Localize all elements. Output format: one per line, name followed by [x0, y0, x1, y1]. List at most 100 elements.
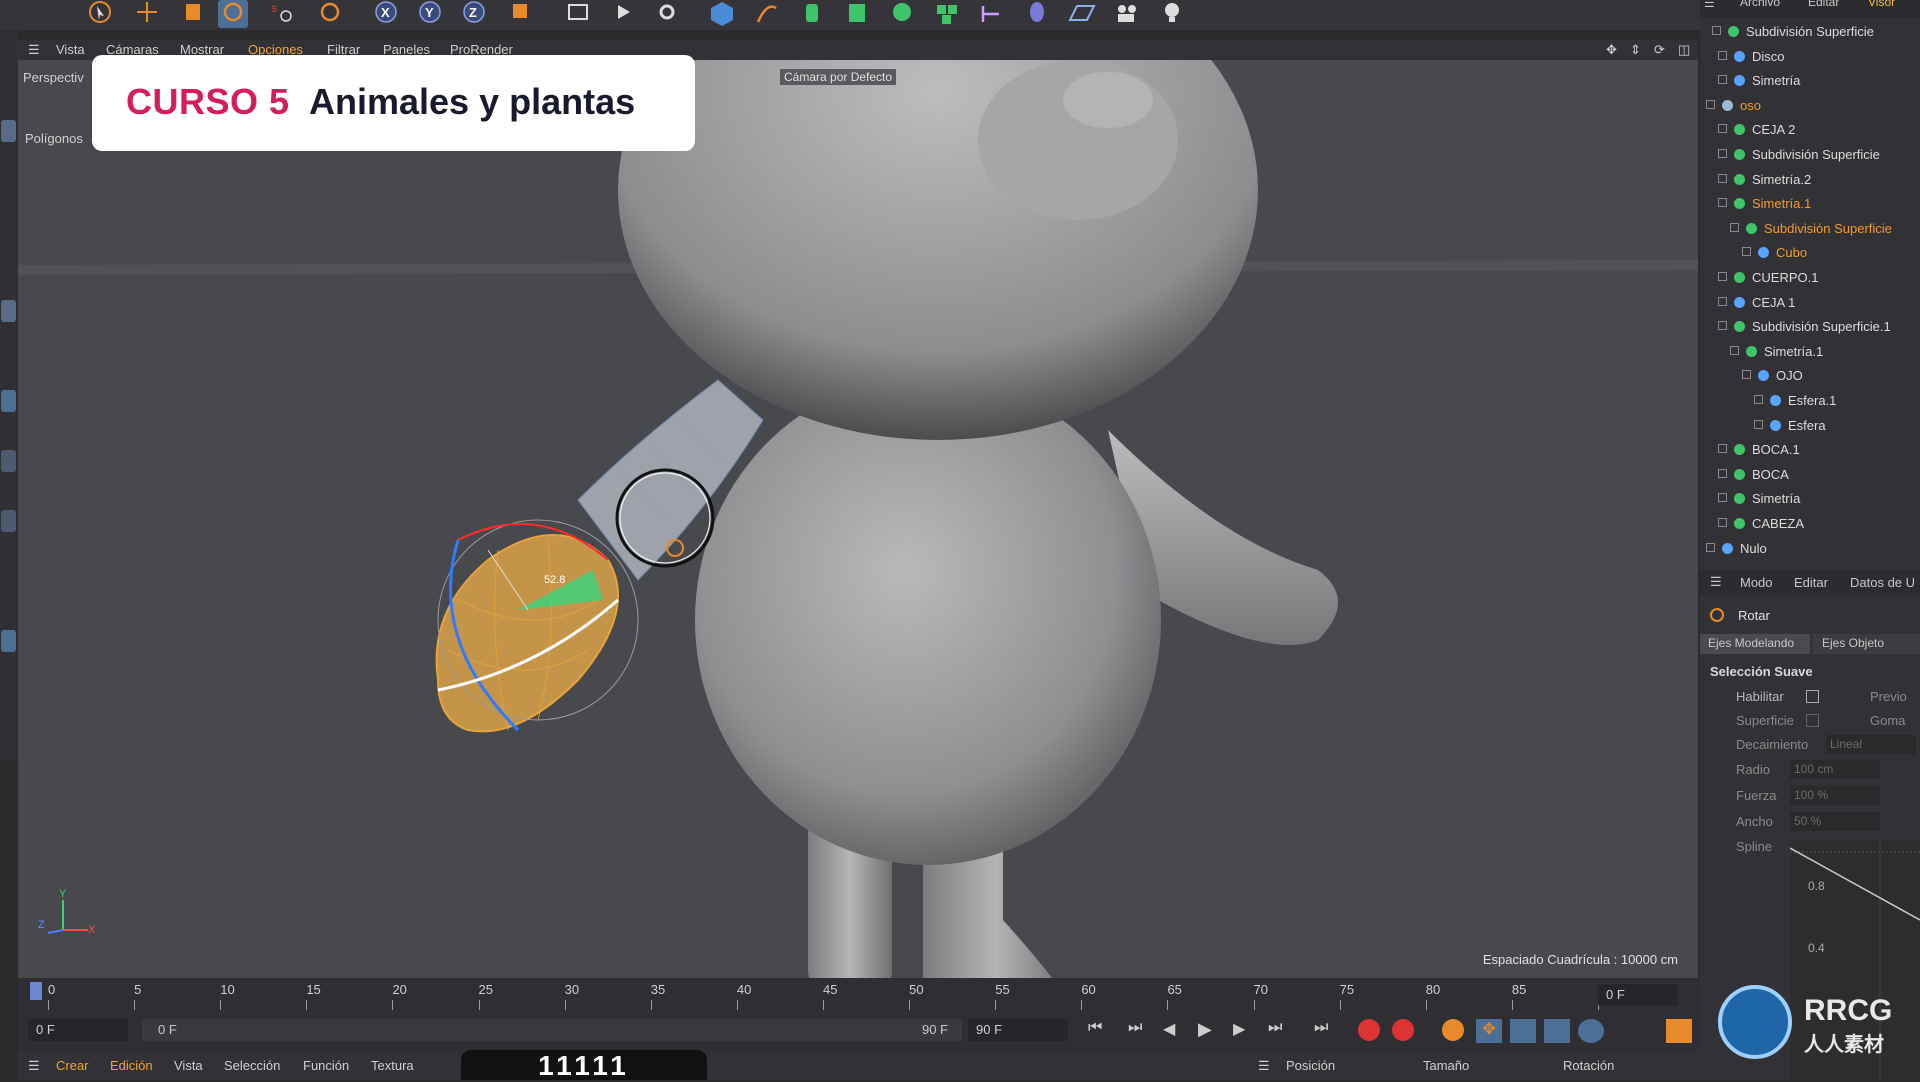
play-icon[interactable]: ▶: [1198, 1019, 1224, 1043]
prev-frame-icon[interactable]: ◀: [1163, 1019, 1189, 1043]
expand-toggle-icon[interactable]: [1718, 50, 1727, 60]
ancho-field[interactable]: 50 %: [1790, 812, 1880, 831]
next-frame-icon[interactable]: ▶: [1233, 1019, 1259, 1043]
expand-toggle-icon[interactable]: [1718, 518, 1727, 527]
menu-funcion[interactable]: Función: [303, 1058, 349, 1073]
cube-object-icon[interactable]: [707, 0, 737, 28]
light-icon[interactable]: [1157, 0, 1187, 28]
material-hamburger-icon[interactable]: ☰: [28, 1058, 40, 1074]
expand-toggle-icon[interactable]: [1718, 493, 1727, 503]
object-tree-item[interactable]: Subdivisión Superficie: [1700, 143, 1920, 167]
locked-workplane-icon[interactable]: [1, 630, 16, 652]
field-icon[interactable]: [1022, 0, 1052, 28]
viewport-zoom-icon[interactable]: ⇕: [1630, 42, 1641, 58]
goto-end-icon[interactable]: ⏭: [1314, 1019, 1340, 1043]
menu-vista[interactable]: Vista: [56, 42, 85, 57]
object-tree-item[interactable]: Simetría.1: [1700, 340, 1920, 364]
polygon-mode-icon[interactable]: [1, 300, 16, 322]
expand-toggle-icon[interactable]: [1718, 124, 1727, 134]
object-tree-item[interactable]: Simetría: [1700, 69, 1920, 93]
expand-toggle-icon[interactable]: [1742, 247, 1751, 257]
current-frame-field[interactable]: 0 F: [1598, 984, 1678, 1006]
om-menu-archivo[interactable]: Archivo: [1740, 0, 1780, 9]
object-tree-item[interactable]: Simetría: [1700, 487, 1920, 511]
expand-toggle-icon[interactable]: [1718, 173, 1727, 183]
expand-toggle-icon[interactable]: [1718, 198, 1727, 208]
3d-viewport[interactable]: 52.8 Y Z X Perspectiv Polígonos Cámara p…: [18, 40, 1698, 980]
object-tree-item[interactable]: Subdivisión Superficie: [1700, 20, 1920, 44]
subdivision-icon[interactable]: [842, 0, 872, 28]
record-keys-icon[interactable]: [1358, 1019, 1380, 1041]
object-tree-item[interactable]: Disco: [1700, 45, 1920, 69]
z-axis-lock-icon[interactable]: Z: [459, 0, 489, 28]
tab-ejes-objeto[interactable]: Ejes Objeto: [1812, 634, 1920, 654]
axis-mode-icon[interactable]: [1, 390, 16, 412]
viewport-rotate-icon[interactable]: ⟳: [1654, 42, 1665, 58]
select-tool-icon[interactable]: [85, 0, 115, 28]
decaimiento-select[interactable]: Lineal: [1826, 735, 1916, 754]
radio-field[interactable]: 100 cm: [1790, 760, 1880, 779]
goto-start-icon[interactable]: ⏮: [1088, 1019, 1114, 1043]
key-parameter-icon[interactable]: [1578, 1019, 1604, 1043]
object-tree-item[interactable]: OJO: [1700, 364, 1920, 388]
fuerza-field[interactable]: 100 %: [1790, 786, 1880, 805]
menu-textura[interactable]: Textura: [371, 1058, 414, 1073]
scale-tool-icon[interactable]: [178, 0, 208, 28]
generator-icon[interactable]: [797, 0, 827, 28]
floor-environment-icon[interactable]: [1067, 0, 1097, 28]
expand-toggle-icon[interactable]: [1712, 26, 1721, 35]
object-tree-item[interactable]: BOCA.1: [1700, 438, 1920, 462]
attr-menu-modo[interactable]: Modo: [1740, 575, 1773, 590]
menu-edicion[interactable]: Edición: [110, 1058, 153, 1073]
attr-hamburger-icon[interactable]: ☰: [1710, 574, 1722, 590]
expand-toggle-icon[interactable]: [1718, 149, 1727, 158]
expand-toggle-icon[interactable]: [1718, 75, 1727, 85]
end-frame-field[interactable]: 90 F: [968, 1019, 1068, 1041]
object-tree-item[interactable]: CABEZA: [1700, 512, 1920, 536]
object-tree-item[interactable]: Esfera: [1700, 414, 1920, 438]
expand-toggle-icon[interactable]: [1718, 468, 1727, 478]
viewport-hamburger-icon[interactable]: ☰: [28, 42, 40, 58]
expand-toggle-icon[interactable]: [1706, 99, 1715, 109]
keyframe-selection-icon[interactable]: [1442, 1019, 1464, 1041]
coordinate-system-icon[interactable]: [506, 0, 536, 28]
deformer-icon[interactable]: [977, 0, 1007, 28]
next-key-icon[interactable]: ⏭: [1268, 1019, 1294, 1043]
snap-icon[interactable]: [1, 450, 16, 472]
object-tree-item[interactable]: Nulo: [1700, 537, 1920, 561]
viewport-move-icon[interactable]: ✥: [1606, 42, 1617, 58]
object-tree-item[interactable]: Simetría.2: [1700, 168, 1920, 192]
superficie-checkbox[interactable]: [1806, 714, 1819, 727]
mograph-cloner-icon[interactable]: [932, 0, 962, 28]
preview-range-bar[interactable]: 0 F 90 F: [142, 1019, 962, 1041]
y-axis-lock-icon[interactable]: Y: [415, 0, 445, 28]
object-tree-item[interactable]: CEJA 2: [1700, 118, 1920, 142]
om-menu-editar[interactable]: Editar: [1808, 0, 1839, 9]
expand-toggle-icon[interactable]: [1718, 272, 1727, 281]
coords-hamburger-icon[interactable]: ☰: [1258, 1058, 1270, 1074]
om-menu-visor[interactable]: Visor: [1868, 0, 1895, 9]
expand-toggle-icon[interactable]: [1718, 321, 1727, 331]
expand-toggle-icon[interactable]: [1706, 542, 1715, 552]
attr-menu-editar[interactable]: Editar: [1794, 575, 1828, 590]
object-tree-item[interactable]: Cubo: [1700, 241, 1920, 265]
expand-toggle-icon[interactable]: [1742, 370, 1751, 380]
start-frame-field[interactable]: 0 F: [28, 1019, 128, 1041]
object-tree-item[interactable]: Subdivisión Superficie.1: [1700, 315, 1920, 339]
prev-key-icon[interactable]: ⏭: [1128, 1019, 1154, 1043]
transform-tool-icon[interactable]: S: [268, 0, 298, 28]
menu-seleccion[interactable]: Selección: [224, 1058, 280, 1073]
array-icon[interactable]: [887, 0, 917, 28]
expand-toggle-icon[interactable]: [1730, 222, 1739, 232]
object-tree-item[interactable]: oso: [1700, 94, 1920, 118]
timeline-window-icon[interactable]: [1666, 1019, 1692, 1043]
object-tree-item[interactable]: BOCA: [1700, 463, 1920, 487]
model-mode-icon[interactable]: [1, 120, 16, 142]
rotate-tool-icon[interactable]: [218, 0, 248, 28]
playhead[interactable]: [30, 982, 42, 1000]
object-tree-item[interactable]: Simetría.1: [1700, 192, 1920, 216]
expand-toggle-icon[interactable]: [1718, 296, 1727, 306]
workplane-icon[interactable]: [1, 510, 16, 532]
viewport-maximize-icon[interactable]: ◫: [1678, 42, 1690, 58]
recent-tool-icon[interactable]: [315, 0, 345, 28]
